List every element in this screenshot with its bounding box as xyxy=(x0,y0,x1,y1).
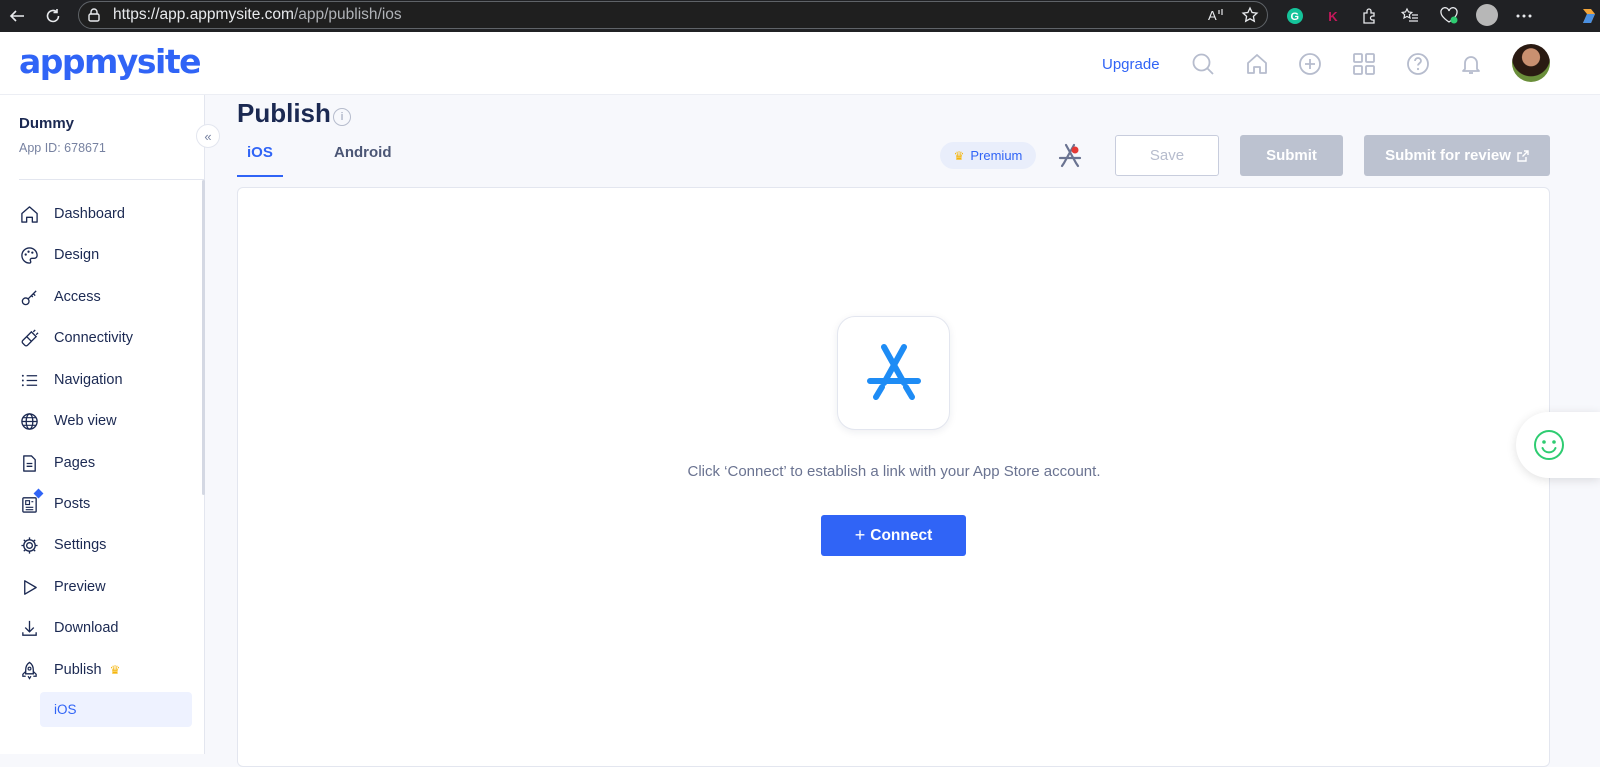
smiley-icon xyxy=(1534,430,1564,460)
collapse-sidebar-icon[interactable]: « xyxy=(196,124,220,148)
sidebar-item-label: Posts xyxy=(54,496,91,512)
globe-icon xyxy=(18,410,40,432)
connect-label: Connect xyxy=(870,526,933,544)
grammarly-icon[interactable]: G xyxy=(1284,5,1306,27)
favorites-list-icon[interactable] xyxy=(1399,5,1421,27)
sidebar-item-label: Dashboard xyxy=(54,206,125,222)
sidebar-item-label: Download xyxy=(54,620,119,636)
sidebar-item-label: Connectivity xyxy=(54,330,133,346)
read-aloud-icon[interactable]: A xyxy=(1205,4,1227,26)
sidebar-item-label: Preview xyxy=(54,579,106,595)
tab-ios[interactable]: iOS xyxy=(237,144,283,177)
sidebar-item-label: Access xyxy=(54,289,101,305)
page-title: Publish xyxy=(237,98,331,128)
browser-health-icon[interactable] xyxy=(1438,5,1460,27)
play-icon xyxy=(18,576,40,598)
gear-icon xyxy=(18,534,40,556)
premium-badge: ♛ Premium xyxy=(940,142,1036,169)
url-path: /app/publish/ios xyxy=(293,6,402,23)
save-button[interactable]: Save xyxy=(1115,135,1219,176)
connect-button[interactable]: + Connect xyxy=(821,515,966,556)
help-icon[interactable] xyxy=(1404,50,1432,78)
extensions-puzzle-icon[interactable] xyxy=(1359,5,1381,27)
search-icon[interactable] xyxy=(1189,50,1217,78)
app-store-status-icon[interactable] xyxy=(1055,141,1085,171)
back-arrow-icon[interactable] xyxy=(6,5,28,27)
sidebar-divider xyxy=(19,179,205,180)
sidebar-item-label: Design xyxy=(54,247,100,263)
lock-icon[interactable] xyxy=(83,4,105,26)
rocket-icon xyxy=(18,659,40,681)
svg-text:G: G xyxy=(1291,11,1300,23)
sidebar-item-pages[interactable]: Pages xyxy=(18,447,198,479)
sidebar-item-posts[interactable]: Posts xyxy=(18,488,198,520)
appmysite-logo[interactable]: appmysite xyxy=(19,42,202,81)
info-icon[interactable]: i xyxy=(333,108,351,126)
reload-icon[interactable] xyxy=(42,5,64,27)
sidebar: Dummy App ID: 678671 Dashboard Design Ac… xyxy=(0,95,205,754)
tab-android[interactable]: Android xyxy=(324,144,402,177)
bell-icon[interactable] xyxy=(1457,50,1485,78)
copilot-icon[interactable] xyxy=(1578,5,1600,27)
more-menu-icon[interactable] xyxy=(1513,5,1535,27)
sidebar-item-label: Pages xyxy=(54,455,96,471)
address-bar[interactable]: https://app.appmysite.com/app/publish/io… xyxy=(78,1,1268,29)
app-store-logo xyxy=(837,316,950,430)
palette-icon xyxy=(18,244,40,266)
sidebar-item-label: Settings xyxy=(54,537,107,553)
sidebar-item-label: Navigation xyxy=(54,372,123,388)
apps-grid-icon[interactable] xyxy=(1350,50,1378,78)
download-icon xyxy=(18,617,40,639)
premium-crown-icon: ♛ xyxy=(109,663,121,677)
submit-button[interactable]: Submit xyxy=(1240,135,1343,176)
key-icon xyxy=(18,286,40,308)
browser-profile-avatar[interactable] xyxy=(1476,4,1498,26)
feedback-smiley-button[interactable] xyxy=(1516,412,1600,478)
sidebar-item-web-view[interactable]: Web view xyxy=(18,405,198,437)
premium-label: Premium xyxy=(970,148,1023,163)
favorite-star-icon[interactable] xyxy=(1239,4,1261,26)
sidebar-item-publish[interactable]: Publish ♛ xyxy=(18,654,198,686)
sidebar-item-download[interactable]: Download xyxy=(18,612,198,644)
list-icon xyxy=(18,369,40,391)
user-avatar[interactable] xyxy=(1512,44,1550,82)
sidebar-item-connectivity[interactable]: Connectivity xyxy=(18,322,198,354)
sidebar-item-settings[interactable]: Settings xyxy=(18,529,198,561)
page-icon xyxy=(18,452,40,474)
app-id: App ID: 678671 xyxy=(19,141,106,155)
sidebar-scrollbar[interactable] xyxy=(202,180,205,495)
url-host: https://app.appmysite.com xyxy=(113,6,294,23)
browser-toolbar: https://app.appmysite.com/app/publish/io… xyxy=(0,0,1600,32)
plus-icon: + xyxy=(854,525,866,545)
submit-for-review-button[interactable]: Submit for review xyxy=(1364,135,1550,176)
sidebar-item-dashboard[interactable]: Dashboard xyxy=(18,198,198,230)
posts-icon xyxy=(18,488,44,515)
sidebar-subitem-ios[interactable]: iOS xyxy=(40,692,192,727)
plug-icon xyxy=(18,327,40,349)
app-header: appmysite Upgrade xyxy=(0,32,1600,95)
connect-description: Click ‘Connect’ to establish a link with… xyxy=(687,463,1101,480)
home-icon[interactable] xyxy=(1243,50,1271,78)
home-icon xyxy=(18,203,40,225)
sidebar-item-access[interactable]: Access xyxy=(18,281,198,313)
crown-icon: ♛ xyxy=(953,148,965,163)
sidebar-item-preview[interactable]: Preview xyxy=(18,571,198,603)
app-store-icon xyxy=(866,344,921,400)
upgrade-link[interactable]: Upgrade xyxy=(1102,56,1160,73)
add-circle-icon[interactable] xyxy=(1296,50,1324,78)
sidebar-item-navigation[interactable]: Navigation xyxy=(18,364,198,396)
sidebar-item-label: Publish xyxy=(54,662,102,678)
app-name: Dummy xyxy=(19,115,75,132)
submit-for-review-label: Submit for review xyxy=(1385,147,1511,164)
sidebar-item-label: Web view xyxy=(54,413,117,429)
svg-text:A: A xyxy=(1208,8,1217,23)
external-link-icon xyxy=(1517,149,1529,162)
url-text: https://app.appmysite.com/app/publish/io… xyxy=(113,6,402,24)
sidebar-item-design[interactable]: Design xyxy=(18,239,198,271)
k-extension-icon[interactable]: K xyxy=(1322,5,1344,27)
